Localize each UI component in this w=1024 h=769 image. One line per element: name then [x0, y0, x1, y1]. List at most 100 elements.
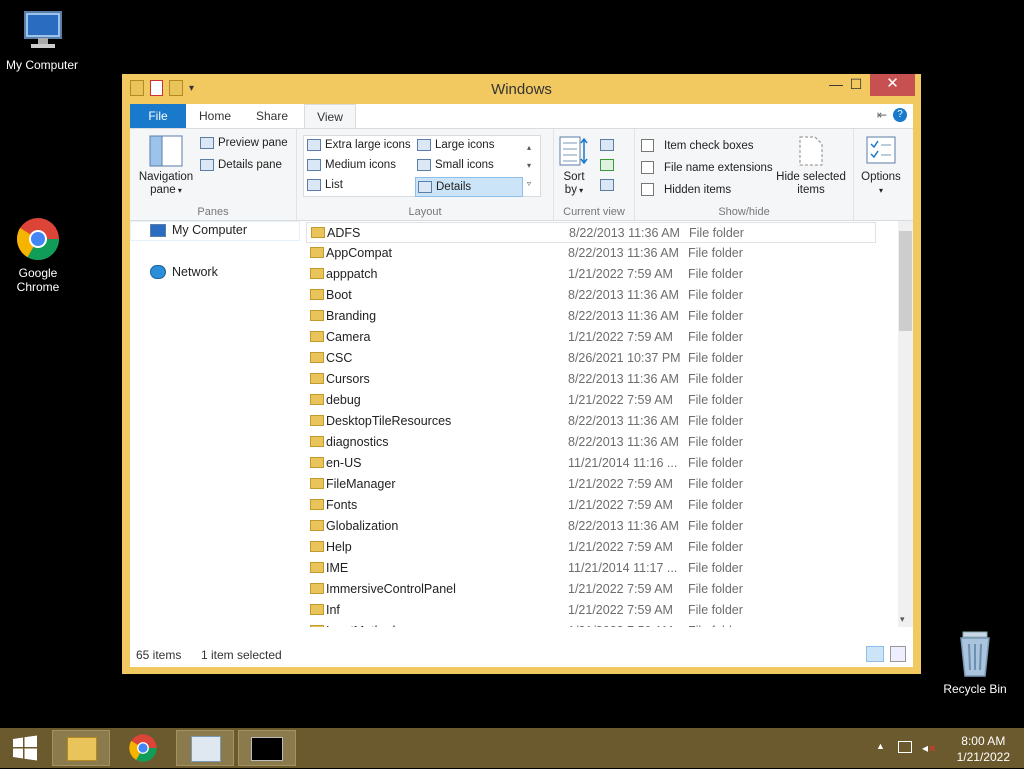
- folder-icon: [310, 541, 324, 552]
- item-check-boxes-checkbox[interactable]: Item check boxes: [641, 139, 753, 152]
- file-row[interactable]: InputMethod 1/21/2022 7:59 AM File folder: [306, 621, 876, 627]
- file-row[interactable]: Boot 8/22/2013 11:36 AM File folder: [306, 285, 876, 306]
- checkbox-label: Hidden items: [664, 183, 732, 196]
- start-button[interactable]: [0, 730, 50, 766]
- file-row[interactable]: debug 1/21/2022 7:59 AM File folder: [306, 390, 876, 411]
- help-icon[interactable]: ?: [893, 108, 907, 122]
- layout-list[interactable]: List: [307, 179, 343, 191]
- hidden-items-checkbox[interactable]: Hidden items: [641, 183, 731, 196]
- file-row[interactable]: DesktopTileResources 8/22/2013 11:36 AM Fi…: [306, 411, 876, 432]
- preview-pane-button[interactable]: Preview pane: [200, 137, 288, 149]
- desktop-icon-google-chrome[interactable]: Google Chrome: [0, 216, 80, 294]
- network-tray-icon[interactable]: [898, 741, 912, 753]
- navigation-pane: My Computer Network: [130, 221, 300, 616]
- group-current-view: Sort by ▾ Current view: [554, 129, 635, 220]
- layout-details[interactable]: Details: [415, 177, 523, 197]
- file-type: File folder: [688, 498, 743, 512]
- desktop-icon-my-computer[interactable]: My Computer: [0, 8, 84, 72]
- chrome-icon: [129, 734, 157, 762]
- file-row[interactable]: apppatch 1/21/2022 7:59 AM File folder: [306, 264, 876, 285]
- vertical-scrollbar[interactable]: ▾: [898, 221, 913, 627]
- desktop-icon-recycle-bin[interactable]: Recycle Bin: [933, 630, 1017, 696]
- file-date-modified: 8/22/2013 11:36 AM: [568, 288, 679, 302]
- pin-ribbon-icon[interactable]: ⇤: [877, 108, 887, 122]
- group-label-show-hide: Show/hide: [718, 206, 770, 218]
- folder-icon: [310, 394, 324, 405]
- ribbon: Navigation pane ▾ Preview pane Details p…: [130, 129, 913, 221]
- taskbar-chrome[interactable]: [114, 730, 172, 766]
- size-columns-icon[interactable]: [600, 179, 614, 191]
- scroll-down-arrow-icon[interactable]: ▾: [900, 614, 905, 625]
- file-name: IME: [326, 561, 349, 575]
- file-row[interactable]: CSC 8/26/2021 10:37 PM File folder: [306, 348, 876, 369]
- file-row[interactable]: ImmersiveControlPanel 1/21/2022 7:59 AM Fi…: [306, 579, 876, 600]
- file-row[interactable]: Camera 1/21/2022 7:59 AM File folder: [306, 327, 876, 348]
- file-type: File folder: [688, 435, 743, 449]
- file-row[interactable]: Globalization 8/22/2013 11:36 AM File fold…: [306, 516, 876, 537]
- navigation-pane-icon: [149, 135, 183, 167]
- navigation-pane-label-1: Navigation: [138, 171, 194, 183]
- layout-large-icons[interactable]: Large icons: [417, 139, 494, 151]
- group-by-icon[interactable]: [600, 139, 614, 151]
- tab-file[interactable]: File: [130, 104, 186, 128]
- nav-item-my-computer[interactable]: My Computer: [150, 223, 247, 237]
- window-content: File Home Share View ⇤ ? Navigation pane…: [130, 104, 913, 667]
- sort-by-button[interactable]: Sort by ▾: [556, 135, 592, 197]
- checkbox-box: [641, 161, 654, 174]
- file-name: diagnostics: [326, 435, 389, 449]
- file-row[interactable]: ADFS 8/22/2013 11:36 AM File folder: [306, 222, 876, 243]
- nav-item-network[interactable]: Network: [150, 265, 218, 279]
- taskbar-resource-monitor[interactable]: [176, 730, 234, 766]
- ribbon-controls: ⇤ ?: [877, 108, 907, 122]
- file-name: Cursors: [326, 372, 370, 386]
- file-row[interactable]: AppCompat 8/22/2013 11:36 AM File folder: [306, 243, 876, 264]
- layout-medium-icons[interactable]: Medium icons: [307, 159, 396, 171]
- show-hidden-icons-icon[interactable]: ▲: [876, 741, 885, 751]
- checkbox-box: [641, 183, 654, 196]
- taskbar-file-explorer[interactable]: [52, 730, 110, 766]
- file-type: File folder: [688, 267, 743, 281]
- taskbar-clock[interactable]: 8:00 AM 1/21/2022: [957, 733, 1010, 765]
- file-row[interactable]: Help 1/21/2022 7:59 AM File folder: [306, 537, 876, 558]
- tab-share[interactable]: Share: [242, 104, 302, 128]
- file-type: File folder: [688, 582, 743, 596]
- window-title: Windows: [491, 81, 552, 98]
- file-name: InputMethod: [326, 621, 396, 627]
- add-columns-icon[interactable]: [600, 159, 614, 171]
- file-row[interactable]: diagnostics 8/22/2013 11:36 AM File folder: [306, 432, 876, 453]
- file-type: File folder: [688, 288, 743, 302]
- file-row[interactable]: Cursors 8/22/2013 11:36 AM File folder: [306, 369, 876, 390]
- file-row[interactable]: Branding 8/22/2013 11:36 AM File folder: [306, 306, 876, 327]
- file-row[interactable]: Fonts 1/21/2022 7:59 AM File folder: [306, 495, 876, 516]
- volume-muted-icon[interactable]: ◂✕: [922, 741, 936, 755]
- details-pane-button[interactable]: Details pane: [200, 159, 282, 171]
- file-row[interactable]: IME 11/21/2014 11:17 ... File folder: [306, 558, 876, 579]
- taskbar-command-prompt[interactable]: [238, 730, 296, 766]
- scrollbar-thumb[interactable]: [899, 231, 912, 331]
- file-row[interactable]: en-US 11/21/2014 11:16 ... File folder: [306, 453, 876, 474]
- file-row[interactable]: Inf 1/21/2022 7:59 AM File folder: [306, 600, 876, 621]
- file-name: debug: [326, 393, 361, 407]
- navigation-pane-button[interactable]: Navigation pane ▾: [134, 135, 198, 197]
- tab-view[interactable]: View: [304, 104, 356, 128]
- layout-small-icons[interactable]: Small icons: [417, 159, 494, 171]
- hide-selected-items-button[interactable]: Hide selected items: [773, 135, 849, 197]
- item-count: 65 items: [136, 648, 182, 662]
- tab-home[interactable]: Home: [190, 104, 240, 128]
- title-bar[interactable]: ▾ Windows — ☐ ✕: [122, 74, 921, 104]
- layout-extra-large-icons[interactable]: Extra large icons: [307, 139, 411, 151]
- file-row[interactable]: FileManager 1/21/2022 7:59 AM File folder: [306, 474, 876, 495]
- file-date-modified: 1/21/2022 7:59 AM: [568, 621, 673, 627]
- maximize-button[interactable]: ☐: [842, 74, 870, 96]
- options-button[interactable]: Options ▾: [856, 135, 906, 197]
- selection-count: 1 item selected: [201, 648, 282, 662]
- details-view-toggle-icon[interactable]: [866, 646, 884, 662]
- layout-scroll-arrows[interactable]: ▴ ▾ ▿: [527, 139, 531, 193]
- file-type: File folder: [688, 561, 743, 575]
- close-button[interactable]: ✕: [870, 74, 915, 96]
- large-icons-toggle-icon[interactable]: [890, 646, 906, 662]
- group-show-hide: Item check boxes File name extensions Hi…: [635, 129, 854, 220]
- file-type: File folder: [688, 540, 743, 554]
- taskbar: ▲ ◂✕ 8:00 AM 1/21/2022: [0, 728, 1024, 768]
- file-name-extensions-checkbox[interactable]: File name extensions: [641, 161, 773, 174]
